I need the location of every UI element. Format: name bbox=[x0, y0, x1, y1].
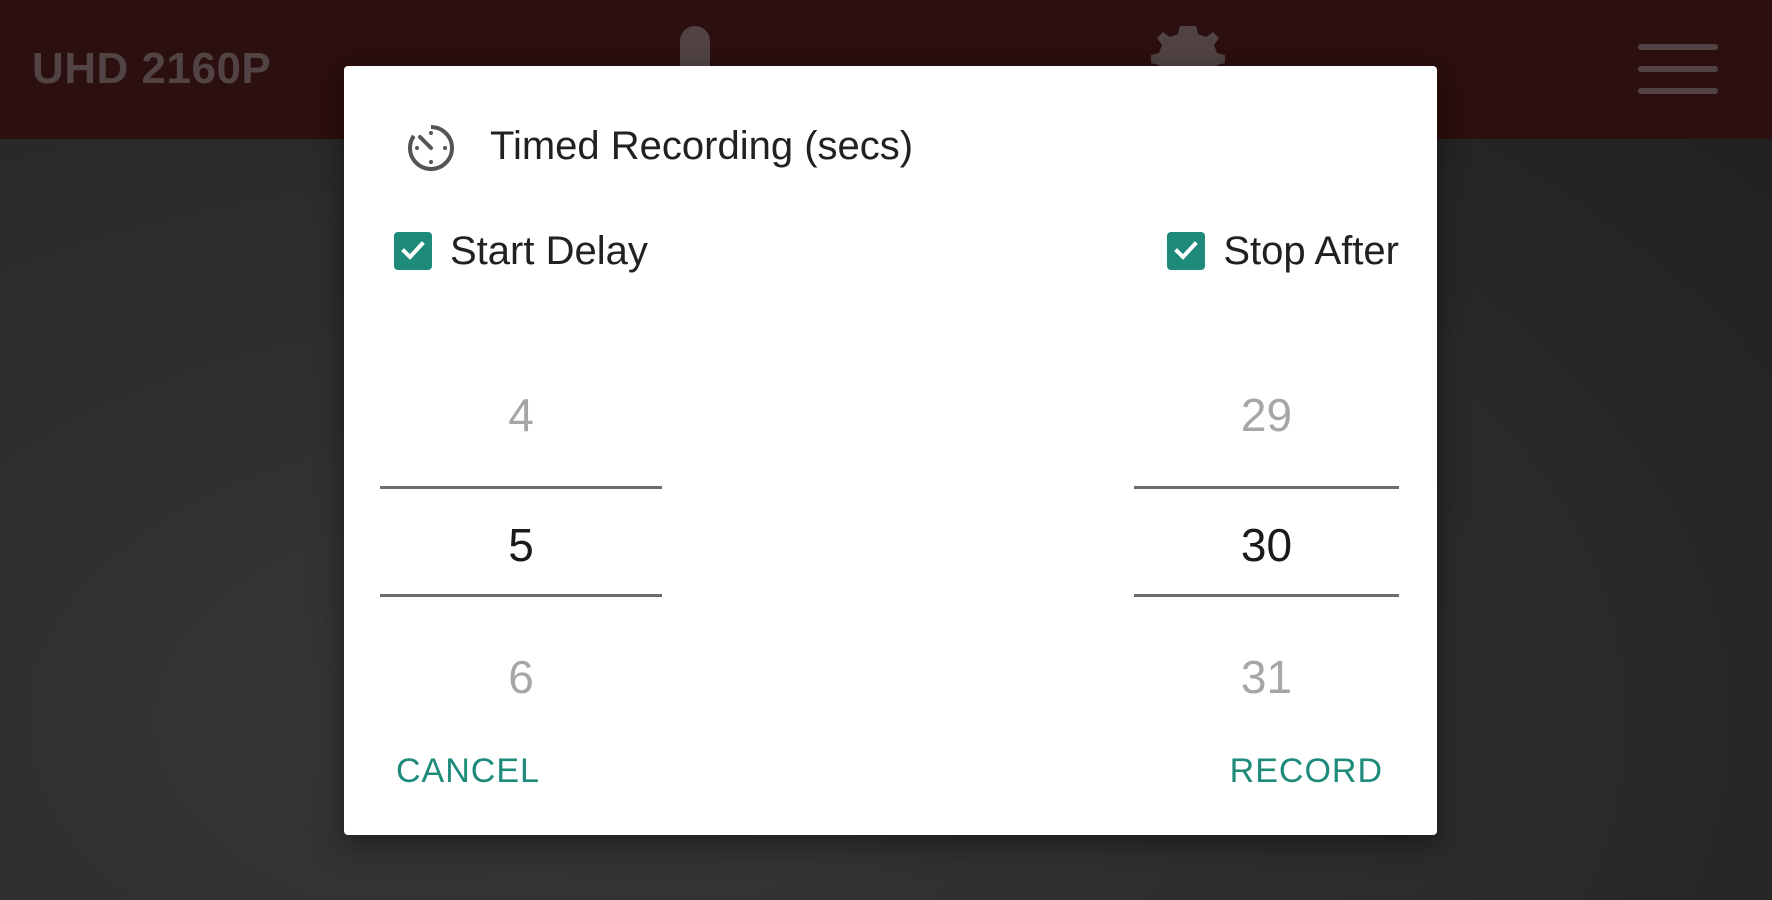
picker-divider bbox=[1134, 594, 1399, 597]
timed-recording-dialog: Timed Recording (secs) Start Delay Stop … bbox=[344, 66, 1437, 835]
picker-selected-value[interactable]: 30 bbox=[1134, 518, 1399, 572]
check-icon bbox=[1174, 241, 1199, 260]
picker-next-value[interactable]: 6 bbox=[380, 650, 662, 704]
record-button[interactable]: RECORD bbox=[1230, 752, 1383, 791]
start-delay-label: Start Delay bbox=[450, 228, 648, 273]
check-icon bbox=[401, 241, 425, 260]
picker-next-value[interactable]: 31 bbox=[1134, 650, 1399, 704]
start-delay-checkbox-row[interactable]: Start Delay bbox=[394, 221, 648, 281]
camera-screen: UHD 2160P Timed Recording (secs) Start D… bbox=[0, 0, 1772, 900]
cancel-button[interactable]: CANCEL bbox=[396, 752, 540, 791]
picker-selected-value[interactable]: 5 bbox=[380, 518, 662, 572]
stop-after-checkbox-row[interactable]: Stop After bbox=[1167, 221, 1399, 281]
stop-after-picker[interactable]: 29 30 31 bbox=[1134, 326, 1399, 726]
start-delay-checkbox[interactable] bbox=[394, 232, 432, 270]
picker-prev-value[interactable]: 4 bbox=[380, 388, 662, 442]
dialog-title: Timed Recording (secs) bbox=[490, 123, 914, 168]
picker-divider bbox=[380, 486, 662, 489]
start-delay-picker[interactable]: 4 5 6 bbox=[380, 326, 662, 726]
dialog-header: Timed Recording (secs) bbox=[404, 116, 913, 176]
picker-prev-value[interactable]: 29 bbox=[1134, 388, 1399, 442]
stop-after-checkbox[interactable] bbox=[1167, 232, 1206, 270]
picker-divider bbox=[380, 594, 662, 597]
picker-divider bbox=[1134, 486, 1399, 489]
stop-after-label: Stop After bbox=[1223, 228, 1399, 273]
timer-icon bbox=[408, 124, 454, 171]
